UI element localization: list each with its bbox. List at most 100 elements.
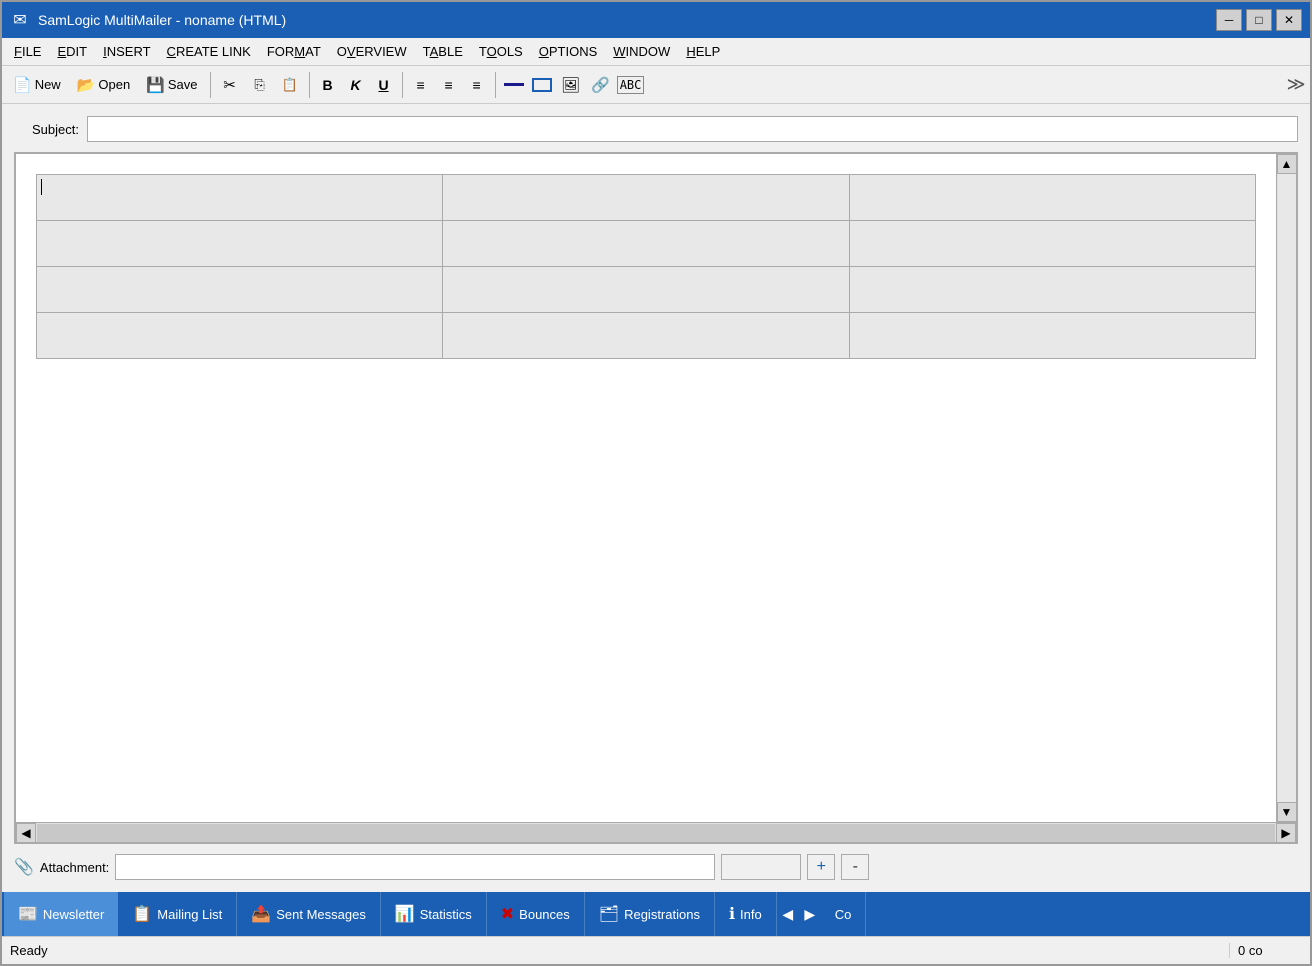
tab-prev-button[interactable]: ◀ [777,898,799,930]
copy-icon: ⎘ [254,77,264,93]
tab-co[interactable]: Co [821,892,867,936]
toolbar-more[interactable]: ≫ [1286,69,1306,101]
menu-file[interactable]: FILE [6,40,49,63]
menu-window[interactable]: WINDOW [605,40,678,63]
tab-mailing-list[interactable]: 📋 Mailing List [118,892,237,936]
paste-button[interactable]: 📋 [276,71,304,99]
scroll-up-button[interactable]: ▲ [1277,154,1297,174]
save-label: Save [168,77,198,92]
editor-content[interactable] [16,154,1276,822]
align-center-button[interactable]: ≡ [436,72,462,98]
menu-bar: FILE EDIT INSERT CREATE LINK FORMAT OVER… [2,38,1310,66]
scroll-left-button[interactable]: ◀ [16,823,36,843]
italic-button[interactable]: K [343,72,369,98]
minimize-button[interactable]: ─ [1216,9,1242,31]
cut-button[interactable]: ✂ [216,71,244,99]
window-title: SamLogic MultiMailer - noname (HTML) [38,12,286,28]
copy-button[interactable]: ⎘ [246,71,274,99]
new-button[interactable]: 📄 New [6,70,68,100]
vertical-scrollbar: ▲ ▼ [1276,154,1296,822]
image-button[interactable]: 🖼 [557,71,585,99]
table-row [37,313,1256,359]
status-ready: Ready [2,943,1230,958]
tab-info[interactable]: ℹ Info [715,892,777,936]
title-bar: ✉ SamLogic MultiMailer - noname (HTML) ─… [2,2,1310,38]
close-button[interactable]: ✕ [1276,9,1302,31]
bounces-tab-icon: ✖ [501,904,514,924]
menu-insert[interactable]: INSERT [95,40,158,63]
tab-next-button[interactable]: ▶ [799,898,821,930]
spellcheck-button[interactable]: ABC [617,71,645,99]
tab-registrations[interactable]: 🗂 Registrations [585,892,715,936]
sep2 [309,72,310,98]
subject-input[interactable] [87,116,1298,142]
menu-options[interactable]: OPTIONS [531,40,606,63]
editor-container[interactable]: ▲ ▼ ◀ ▶ [14,152,1298,844]
co-tab-label: Co [835,907,852,922]
underline-button[interactable]: U [371,72,397,98]
open-button[interactable]: 📂 Open [70,70,138,100]
registrations-tab-label: Registrations [624,907,700,922]
table-cell[interactable] [443,313,849,359]
menu-help[interactable]: HELP [678,40,728,63]
attachment-browse-button[interactable] [721,854,801,880]
registrations-tab-icon: 🗂 [599,904,619,924]
scroll-track-h[interactable] [37,824,1275,842]
save-icon: 💾 [146,76,165,94]
save-button[interactable]: 💾 Save [139,70,204,100]
attachment-icon: 📎 [14,857,34,877]
table-cell[interactable] [37,313,443,359]
maximize-button[interactable]: □ [1246,9,1272,31]
scroll-down-button[interactable]: ▼ [1277,802,1297,822]
open-icon: 📂 [77,76,96,94]
editor-inner: ▲ ▼ [16,154,1296,822]
spellcheck-icon: ABC [617,76,645,94]
statistics-tab-icon: 📊 [395,904,415,924]
attachment-add-button[interactable]: + [807,854,835,880]
tab-newsletter[interactable]: 📰 Newsletter [4,892,118,936]
tab-statistics[interactable]: 📊 Statistics [381,892,487,936]
table-cell[interactable] [849,175,1255,221]
cut-icon: ✂ [223,76,236,94]
menu-format[interactable]: FORMAT [259,40,329,63]
bold-button[interactable]: B [315,72,341,98]
table-row [37,221,1256,267]
hline-icon [504,83,524,86]
status-count: 0 co [1230,943,1310,958]
tab-bounces[interactable]: ✖ Bounces [487,892,585,936]
tab-sent-messages[interactable]: 📤 Sent Messages [237,892,381,936]
link-button[interactable]: 🔗 [587,71,615,99]
menu-edit[interactable]: EDIT [49,40,95,63]
table-cell[interactable] [37,267,443,313]
hline-button[interactable] [501,72,527,98]
status-bar: Ready 0 co [2,936,1310,964]
editor-table[interactable] [36,174,1256,359]
menu-tools[interactable]: TOOLS [471,40,531,63]
table-cell[interactable] [849,267,1255,313]
attachment-input[interactable] [115,854,715,880]
newsletter-tab-icon: 📰 [18,904,38,924]
align-left-button[interactable]: ≡ [408,72,434,98]
attachment-remove-button[interactable]: - [841,854,869,880]
menu-table[interactable]: TABLE [415,40,471,63]
subject-row: Subject: [14,116,1298,142]
table-row [37,175,1256,221]
rect-button[interactable] [529,72,555,98]
scroll-right-button[interactable]: ▶ [1276,823,1296,843]
menu-overview[interactable]: OVERVIEW [329,40,415,63]
scroll-track-v[interactable] [1278,174,1296,802]
sent-messages-tab-icon: 📤 [251,904,271,924]
menu-create-link[interactable]: CREATE LINK [159,40,259,63]
table-cell[interactable] [37,175,443,221]
info-tab-icon: ℹ [729,904,735,924]
align-right-button[interactable]: ≡ [464,72,490,98]
table-cell[interactable] [849,221,1255,267]
open-label: Open [98,77,130,92]
main-window: ✉ SamLogic MultiMailer - noname (HTML) ─… [0,0,1312,966]
table-cell[interactable] [37,221,443,267]
table-cell[interactable] [443,267,849,313]
table-cell[interactable] [443,221,849,267]
table-cell[interactable] [849,313,1255,359]
table-cell[interactable] [443,175,849,221]
app-icon: ✉ [10,12,30,28]
